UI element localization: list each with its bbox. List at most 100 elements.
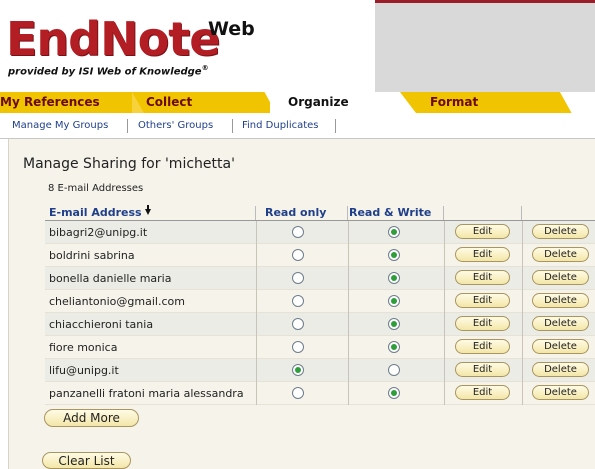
radio-read-only[interactable] (292, 226, 304, 238)
delete-button[interactable]: Delete (532, 316, 589, 331)
tab-label: Organize (288, 95, 349, 109)
tab-organize[interactable]: Organize (270, 92, 400, 113)
column-label: Read & Write (349, 206, 432, 219)
clear-list-button[interactable]: Clear List (42, 452, 131, 469)
column-divider (522, 267, 523, 290)
row-email: bonella danielle maria (49, 272, 172, 285)
radio-read-write[interactable] (388, 272, 400, 284)
table-row: bonella danielle maria Edit Delete (45, 267, 595, 290)
column-divider (444, 244, 445, 267)
email-count: 8 E-mail Addresses (48, 183, 144, 194)
radio-read-write[interactable] (388, 364, 400, 376)
tab-notch (400, 92, 416, 113)
column-divider (348, 336, 349, 359)
radio-read-only[interactable] (292, 341, 304, 353)
subnav-separator (127, 119, 128, 133)
column-divider (522, 336, 523, 359)
edit-button[interactable]: Edit (455, 247, 510, 262)
row-email: bibagri2@unipg.it (49, 226, 148, 239)
column-divider (256, 290, 257, 313)
table-row: panzanelli fratoni maria alessandra Edit D… (45, 382, 595, 405)
link-others-groups[interactable]: Others' Groups (138, 120, 213, 131)
delete-button[interactable]: Delete (532, 247, 589, 262)
radio-read-write[interactable] (388, 249, 400, 261)
radio-read-only[interactable] (292, 249, 304, 261)
radio-read-only[interactable] (292, 364, 304, 376)
column-divider (348, 244, 349, 267)
delete-button[interactable]: Delete (532, 339, 589, 354)
column-divider (444, 267, 445, 290)
radio-read-write[interactable] (388, 295, 400, 307)
column-divider (522, 382, 523, 405)
delete-button[interactable]: Delete (532, 293, 589, 308)
tab-label: My References (0, 95, 100, 109)
table-row: bibagri2@unipg.it Edit Delete (45, 221, 595, 244)
table-row: boldrini sabrina Edit Delete (45, 244, 595, 267)
column-divider (444, 382, 445, 405)
tab-format[interactable]: Format (400, 92, 572, 113)
column-divider (522, 359, 523, 382)
row-email: chiacchieroni tania (49, 318, 154, 331)
logo-main-text: EndNote (6, 12, 220, 66)
edit-button[interactable]: Edit (455, 270, 510, 285)
edit-button[interactable]: Edit (455, 316, 510, 331)
column-label: E-mail Address (49, 206, 142, 219)
column-divider (348, 267, 349, 290)
header-band-line (375, 0, 595, 3)
delete-button[interactable]: Delete (532, 385, 589, 400)
registered-mark: ® (201, 64, 209, 72)
add-more-button[interactable]: Add More (44, 409, 139, 427)
radio-read-only[interactable] (292, 387, 304, 399)
tab-notch (132, 92, 144, 113)
link-find-duplicates[interactable]: Find Duplicates (242, 120, 319, 131)
column-divider (522, 244, 523, 267)
table-row: cheliantonio@gmail.com Edit Delete (45, 290, 595, 313)
column-header-read-write: Read & Write (348, 206, 444, 221)
radio-read-only[interactable] (292, 272, 304, 284)
column-divider (444, 290, 445, 313)
edit-button[interactable]: Edit (455, 339, 510, 354)
edit-button[interactable]: Edit (455, 362, 510, 377)
tab-label: Format (430, 95, 479, 109)
radio-read-write[interactable] (388, 387, 400, 399)
column-divider (348, 382, 349, 405)
column-label: Read only (265, 206, 327, 219)
edit-button[interactable]: Edit (455, 293, 510, 308)
delete-button[interactable]: Delete (532, 270, 589, 285)
radio-read-write[interactable] (388, 226, 400, 238)
column-divider (444, 359, 445, 382)
column-divider (256, 244, 257, 267)
tab-my-references[interactable]: My References (0, 92, 132, 113)
table-row: lifu@unipg.it Edit Delete (45, 359, 595, 382)
row-email: lifu@unipg.it (49, 364, 119, 377)
edit-button[interactable]: Edit (455, 224, 510, 239)
header-band (375, 0, 595, 92)
link-manage-my-groups[interactable]: Manage My Groups (12, 120, 108, 131)
content-panel: Manage Sharing for 'michetta' 8 E-mail A… (8, 139, 595, 469)
column-divider (444, 221, 445, 244)
row-email: cheliantonio@gmail.com (49, 295, 185, 308)
table-header: E-mail Address Read only Read & Write (45, 205, 595, 221)
radio-read-only[interactable] (292, 295, 304, 307)
logo-subtitle-text: provided by ISI Web of Knowledge (8, 66, 202, 78)
delete-button[interactable]: Delete (532, 224, 589, 239)
sharing-table: E-mail Address Read only Read & Write bi… (45, 205, 595, 405)
row-email: fiore monica (49, 341, 118, 354)
subnav-separator (335, 119, 336, 133)
radio-read-write[interactable] (388, 341, 400, 353)
sort-down-arrow-icon (144, 205, 151, 215)
edit-button[interactable]: Edit (455, 385, 510, 400)
tab-collect[interactable]: Collect (132, 92, 276, 113)
column-header-email[interactable]: E-mail Address (49, 205, 256, 221)
column-header-edit (444, 206, 522, 221)
column-divider (256, 313, 257, 336)
delete-button[interactable]: Delete (532, 362, 589, 377)
radio-read-write[interactable] (388, 318, 400, 330)
endnote-logo[interactable]: EndNote Web provided by ISI Web of Knowl… (6, 12, 255, 77)
column-divider (256, 267, 257, 290)
column-divider (522, 290, 523, 313)
app-header: EndNote Web provided by ISI Web of Knowl… (0, 0, 595, 92)
column-divider (256, 221, 257, 244)
column-header-read-only: Read only (256, 206, 348, 221)
radio-read-only[interactable] (292, 318, 304, 330)
